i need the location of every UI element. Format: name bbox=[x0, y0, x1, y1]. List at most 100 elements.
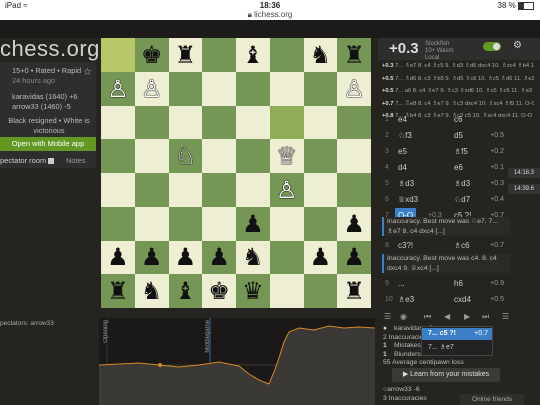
move-list[interactable]: 1 e4 c6 2 ♘f3 d5 +0.5 3 e5 ♗f5 +0.2 4 d4 e6 +0.1 5 ♗d3 ♗d… bbox=[382, 112, 506, 224]
square-h7[interactable]: ♙ bbox=[337, 71, 371, 106]
square-d3[interactable] bbox=[202, 206, 236, 241]
square-a4[interactable] bbox=[101, 173, 135, 207]
square-h3[interactable]: ♟ bbox=[337, 206, 371, 241]
square-g2[interactable]: ♟ bbox=[303, 240, 338, 275]
black-move[interactable]: ♗d3 bbox=[454, 176, 470, 192]
white-player[interactable]: karavidas (1640) +6 bbox=[12, 92, 78, 102]
evaluation-graph[interactable]: Opening Middlegame bbox=[99, 318, 375, 405]
white-move[interactable]: e5 bbox=[398, 144, 407, 160]
checkbox[interactable] bbox=[48, 158, 55, 165]
square-b2[interactable]: ♟ bbox=[134, 240, 169, 275]
white-piece-icon[interactable]: ♕ bbox=[276, 144, 298, 168]
white-move[interactable]: ♘f3 bbox=[398, 128, 412, 144]
square-d2[interactable]: ♟ bbox=[202, 240, 236, 275]
square-h5[interactable] bbox=[337, 139, 371, 173]
square-b3[interactable] bbox=[134, 206, 169, 241]
black-piece-icon[interactable]: ♛ bbox=[242, 279, 264, 303]
black-move[interactable]: e6 bbox=[454, 160, 463, 176]
square-c3[interactable] bbox=[168, 206, 203, 241]
white-move[interactable]: ♕xd3 bbox=[398, 192, 418, 208]
square-a5[interactable] bbox=[101, 139, 135, 173]
white-move[interactable]: d4 bbox=[398, 160, 407, 176]
white-move[interactable]: ♗e3 bbox=[398, 292, 414, 308]
black-piece-icon[interactable]: ♞ bbox=[310, 43, 332, 67]
square-e1[interactable]: ♛ bbox=[236, 274, 270, 308]
square-d7[interactable] bbox=[202, 71, 236, 106]
square-a6[interactable] bbox=[101, 105, 135, 140]
pv-line[interactable]: +0.7 7... ♖e8 8. c4 ♗e7 9. ♗c3 dxc4 10. … bbox=[382, 98, 534, 111]
square-c1[interactable]: ♝ bbox=[168, 274, 203, 308]
black-piece-icon[interactable]: ♚ bbox=[141, 43, 163, 67]
site-logo[interactable]: chess.org bbox=[0, 36, 100, 62]
black-player[interactable]: arrow33 (1460) -5 bbox=[12, 102, 71, 112]
next-move-icon[interactable]: ▶ bbox=[464, 312, 470, 321]
black-piece-icon[interactable]: ♟ bbox=[242, 212, 264, 236]
square-b7[interactable]: ♙ bbox=[134, 71, 169, 106]
square-g1[interactable] bbox=[303, 274, 338, 308]
square-b1[interactable]: ♞ bbox=[134, 274, 169, 308]
black-piece-icon[interactable]: ♟ bbox=[141, 245, 163, 269]
black-piece-icon[interactable]: ♝ bbox=[175, 279, 197, 303]
first-move-icon[interactable]: ⏮ bbox=[424, 312, 431, 322]
url-display[interactable]: 🔒︎ lichess.org bbox=[0, 10, 540, 20]
square-b4[interactable] bbox=[134, 173, 169, 207]
black-move[interactable]: h6 bbox=[454, 276, 463, 292]
square-e2[interactable]: ♞ bbox=[236, 240, 270, 275]
square-e3[interactable]: ♟ bbox=[236, 206, 270, 241]
square-f3[interactable] bbox=[269, 206, 304, 241]
square-g8[interactable]: ♞ bbox=[303, 38, 338, 72]
white-piece-icon[interactable]: ♘ bbox=[175, 144, 197, 168]
white-move[interactable]: e4 bbox=[398, 112, 407, 128]
move-list-late[interactable]: 9... h6 +0.9 10 ♗e3 cxd4 +0.5 bbox=[382, 276, 506, 308]
chess-board[interactable]: ♚ ♜ ♝ ♞ ♜ ♙ ♙ ♙ ♘ ♕ ♙ ♟ ♟ ♟ ♟ ♟ ♟ ♞ ♟ ♟ ♜ ♞ ♝ ♚ ♛ ♜ bbox=[101, 38, 371, 308]
black-piece-icon[interactable]: ♟ bbox=[208, 245, 230, 269]
white-piece-icon[interactable]: ♙ bbox=[141, 77, 163, 101]
square-f1[interactable] bbox=[269, 274, 304, 308]
white-piece-icon[interactable]: ♙ bbox=[343, 77, 365, 101]
square-d8[interactable] bbox=[202, 38, 236, 72]
square-a8[interactable] bbox=[101, 38, 135, 72]
black-move[interactable]: cxd4 bbox=[454, 292, 471, 308]
square-g4[interactable] bbox=[303, 173, 338, 207]
square-e5[interactable] bbox=[236, 139, 270, 173]
white-move[interactable]: ♗d3 bbox=[398, 176, 414, 192]
square-h2[interactable]: ♟ bbox=[337, 240, 371, 275]
square-a2[interactable]: ♟ bbox=[101, 240, 135, 275]
square-a1[interactable]: ♜ bbox=[101, 274, 135, 308]
black-piece-icon[interactable]: ♚ bbox=[208, 279, 230, 303]
black-piece-icon[interactable]: ♞ bbox=[242, 245, 264, 269]
menu-icon[interactable]: ☰ bbox=[384, 312, 391, 321]
square-g7[interactable] bbox=[303, 71, 338, 106]
bookmark-star-icon[interactable]: ☆ bbox=[83, 68, 92, 78]
square-h1[interactable]: ♜ bbox=[337, 274, 371, 308]
square-e4[interactable] bbox=[236, 173, 270, 207]
square-f2[interactable] bbox=[269, 240, 304, 275]
black-move[interactable]: ♗f5 bbox=[454, 144, 468, 160]
square-f7[interactable] bbox=[269, 71, 304, 106]
square-g5[interactable] bbox=[303, 139, 338, 173]
square-d6[interactable] bbox=[202, 105, 236, 140]
pv-line[interactable]: +0.5 7... a6 8. c4 ♗e7 9. ♗c3 ♗xd6 10. ♗… bbox=[382, 85, 534, 98]
pv-line[interactable]: +0.5 7... ♗d6 8. c3 ♗b5 9. ♗d5 ♗c6 10. ♗… bbox=[382, 73, 534, 86]
black-piece-icon[interactable]: ♟ bbox=[343, 212, 365, 236]
popup-other-move[interactable]: 7... ♗e7 bbox=[428, 343, 454, 351]
black-piece-icon[interactable]: ♞ bbox=[141, 279, 163, 303]
square-b5[interactable] bbox=[134, 139, 169, 173]
square-g3[interactable] bbox=[303, 206, 338, 241]
gear-icon[interactable]: ⚙ bbox=[513, 40, 522, 51]
square-f6[interactable] bbox=[269, 105, 304, 140]
black-piece-icon[interactable]: ♜ bbox=[343, 279, 365, 303]
square-d4[interactable] bbox=[202, 173, 236, 207]
target-icon[interactable]: ◉ bbox=[400, 312, 407, 321]
square-a7[interactable]: ♙ bbox=[101, 71, 135, 106]
prev-move-icon[interactable]: ◀ bbox=[444, 312, 450, 321]
black-piece-icon[interactable]: ♜ bbox=[343, 43, 365, 67]
learn-from-mistakes-button[interactable]: ▶ Learn from your mistakes bbox=[392, 368, 500, 382]
square-c7[interactable] bbox=[168, 71, 203, 106]
square-f8[interactable] bbox=[269, 38, 304, 72]
last-move-icon[interactable]: ⏭ bbox=[482, 312, 489, 322]
black-move[interactable]: ♗c6 bbox=[454, 238, 470, 254]
square-c5[interactable]: ♘ bbox=[168, 139, 203, 173]
square-e7[interactable] bbox=[236, 71, 270, 106]
square-b8[interactable]: ♚ bbox=[134, 38, 169, 72]
